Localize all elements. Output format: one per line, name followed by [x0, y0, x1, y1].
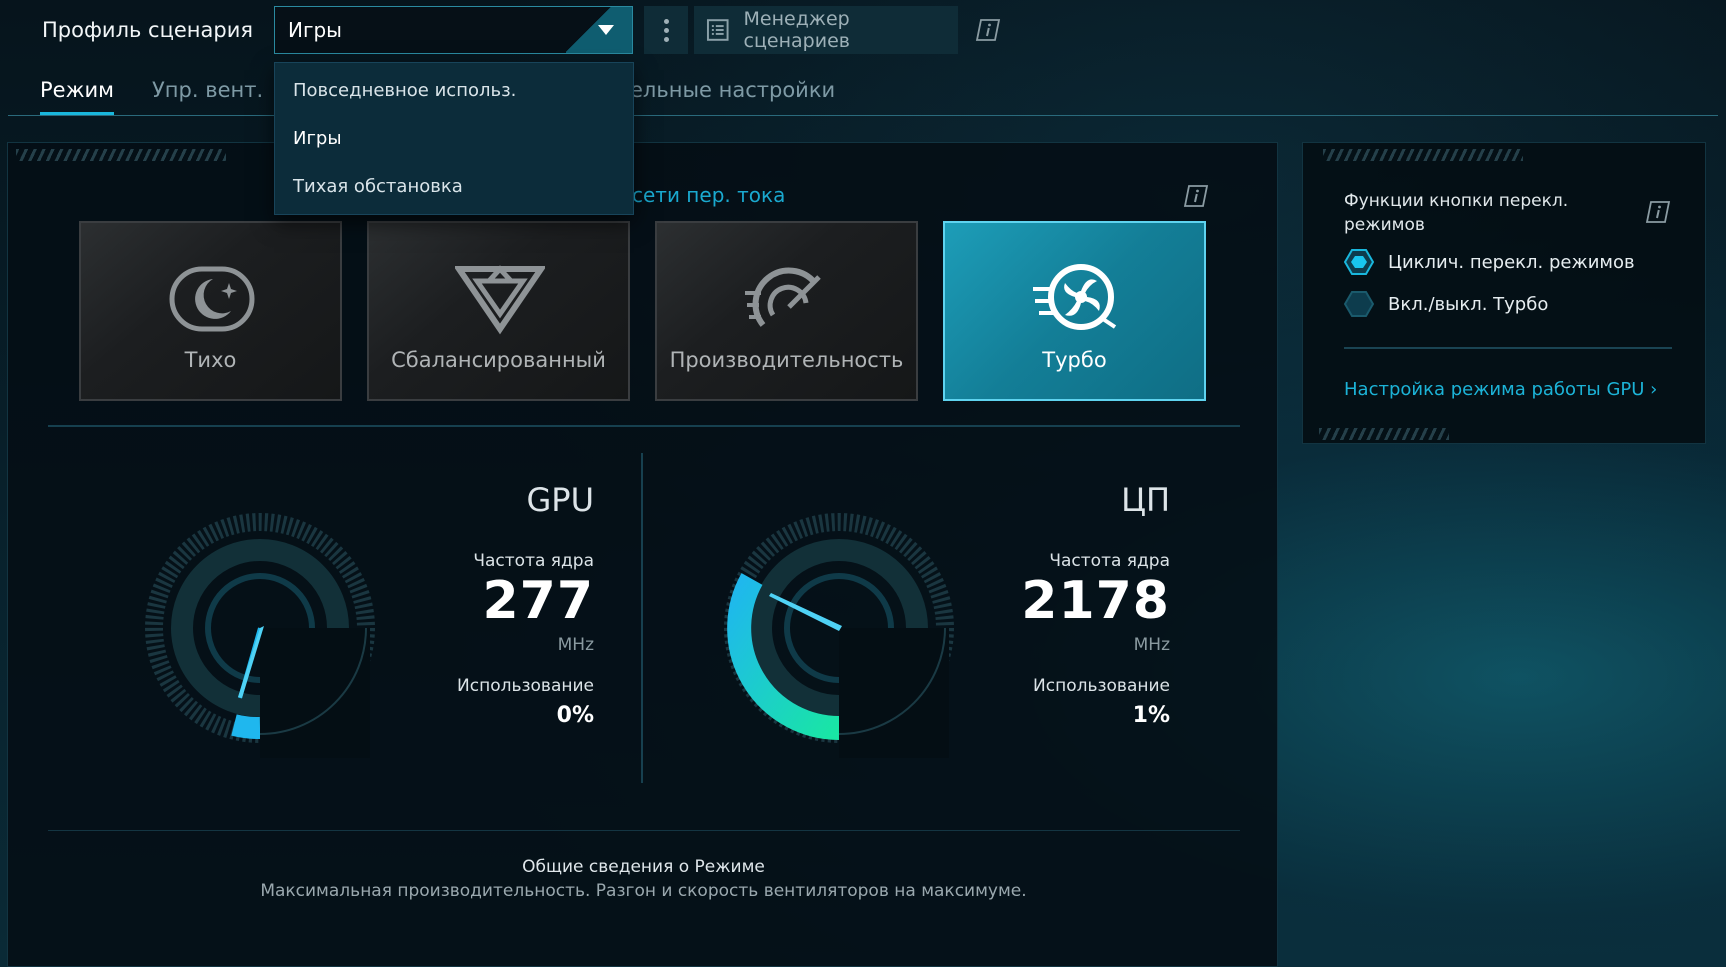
top-bar: Профиль сценария Игры Менеджер сценариев [0, 0, 1726, 60]
dropdown-option-everyday[interactable]: Повседневное использ. [293, 80, 516, 101]
gpu-usage-value: 0% [556, 703, 594, 728]
mode-button-panel: Функции кнопки перекл. режимов Циклич. п… [1302, 142, 1706, 444]
dropdown-option-games[interactable]: Игры [293, 128, 342, 149]
profile-label: Профиль сценария [42, 18, 254, 42]
radio-selected-icon [1344, 249, 1374, 275]
more-options-button[interactable] [644, 6, 688, 54]
divider [1344, 347, 1672, 349]
mode-label: Турбо [1042, 348, 1107, 372]
tab-mode[interactable]: Режим [40, 78, 114, 116]
chevron-down-icon[interactable] [566, 7, 632, 53]
gpu-mode-settings-link[interactable]: Настройка режима работы GPU › [1344, 379, 1657, 400]
speedometer-icon [745, 267, 821, 327]
info-icon[interactable] [975, 17, 1001, 43]
moon-icon [169, 266, 255, 332]
scenario-manager-button[interactable]: Менеджер сценариев [694, 6, 958, 54]
mode-label: Производительность [669, 348, 904, 372]
cpu-freq-value: 2178 [1021, 571, 1170, 631]
mode-card-turbo[interactable]: Турбо [943, 221, 1206, 401]
radio-unselected-icon [1344, 291, 1374, 317]
panel-decoration [16, 149, 226, 161]
tab-fan-control[interactable]: Упр. вент. [152, 78, 263, 102]
gpu-freq-label: Частота ядра [473, 551, 594, 571]
chevron-right-icon: › [1650, 379, 1658, 400]
turbo-fan-icon [1033, 264, 1117, 330]
mode-summary-description: Максимальная производительность. Разгон … [260, 881, 1027, 901]
gpu-gauge [145, 513, 375, 758]
tab-bar: Режим Упр. вент. ельные настройки [0, 68, 1726, 118]
cpu-freq-label: Частота ядра [1049, 551, 1170, 571]
dropdown-option-quiet[interactable]: Тихая обстановка [293, 176, 463, 197]
profile-select[interactable]: Игры [274, 6, 633, 54]
profile-select-value: Игры [288, 18, 342, 42]
cpu-freq-unit: MHz [1133, 635, 1170, 655]
side-panel-title: Функции кнопки перекл. режимов [1344, 191, 1569, 235]
radio-label: Циклич. перекл. режимов [1388, 251, 1635, 273]
panel-decoration [1319, 428, 1449, 440]
cpu-gauge [724, 513, 954, 758]
mode-panel: сети пер. тока Тихо Сбалансированный Про… [7, 142, 1278, 967]
info-icon[interactable] [1183, 183, 1209, 209]
gpu-title: GPU [526, 481, 594, 519]
gpu-usage-label: Использование [457, 676, 594, 696]
mode-label: Тихо [184, 348, 237, 372]
mode-card-performance[interactable]: Производительность [655, 221, 918, 401]
gpu-freq-value: 277 [482, 571, 594, 631]
stats-divider [641, 453, 643, 783]
scenario-manager-label: Менеджер сценариев [743, 8, 850, 52]
list-icon [706, 19, 729, 41]
tabs-divider [8, 115, 1718, 116]
cpu-usage-label: Использование [1033, 676, 1170, 696]
radio-turbo-toggle[interactable]: Вкл./выкл. Турбо [1344, 291, 1548, 317]
profile-dropdown-menu: Повседневное использ. Игры Тихая обстано… [274, 62, 634, 215]
info-icon[interactable] [1645, 199, 1671, 225]
ac-power-label: сети пер. тока [632, 183, 786, 207]
cpu-title: ЦП [1121, 481, 1170, 519]
tab-advanced-settings[interactable]: ельные настройки [630, 78, 835, 102]
mode-summary-title: Общие сведения о Режиме [522, 857, 765, 877]
divider [48, 830, 1240, 831]
divider [48, 425, 1240, 427]
gpu-link-label: Настройка режима работы GPU [1344, 379, 1645, 400]
panel-decoration [1323, 149, 1523, 161]
mode-label: Сбалансированный [391, 348, 606, 372]
radio-label: Вкл./выкл. Турбо [1388, 293, 1549, 315]
balanced-icon [455, 265, 545, 335]
cpu-usage-value: 1% [1132, 703, 1170, 728]
radio-cycle-modes[interactable]: Циклич. перекл. режимов [1344, 249, 1635, 275]
gpu-freq-unit: MHz [557, 635, 594, 655]
mode-card-balanced[interactable]: Сбалансированный [367, 221, 630, 401]
mode-card-quiet[interactable]: Тихо [79, 221, 342, 401]
